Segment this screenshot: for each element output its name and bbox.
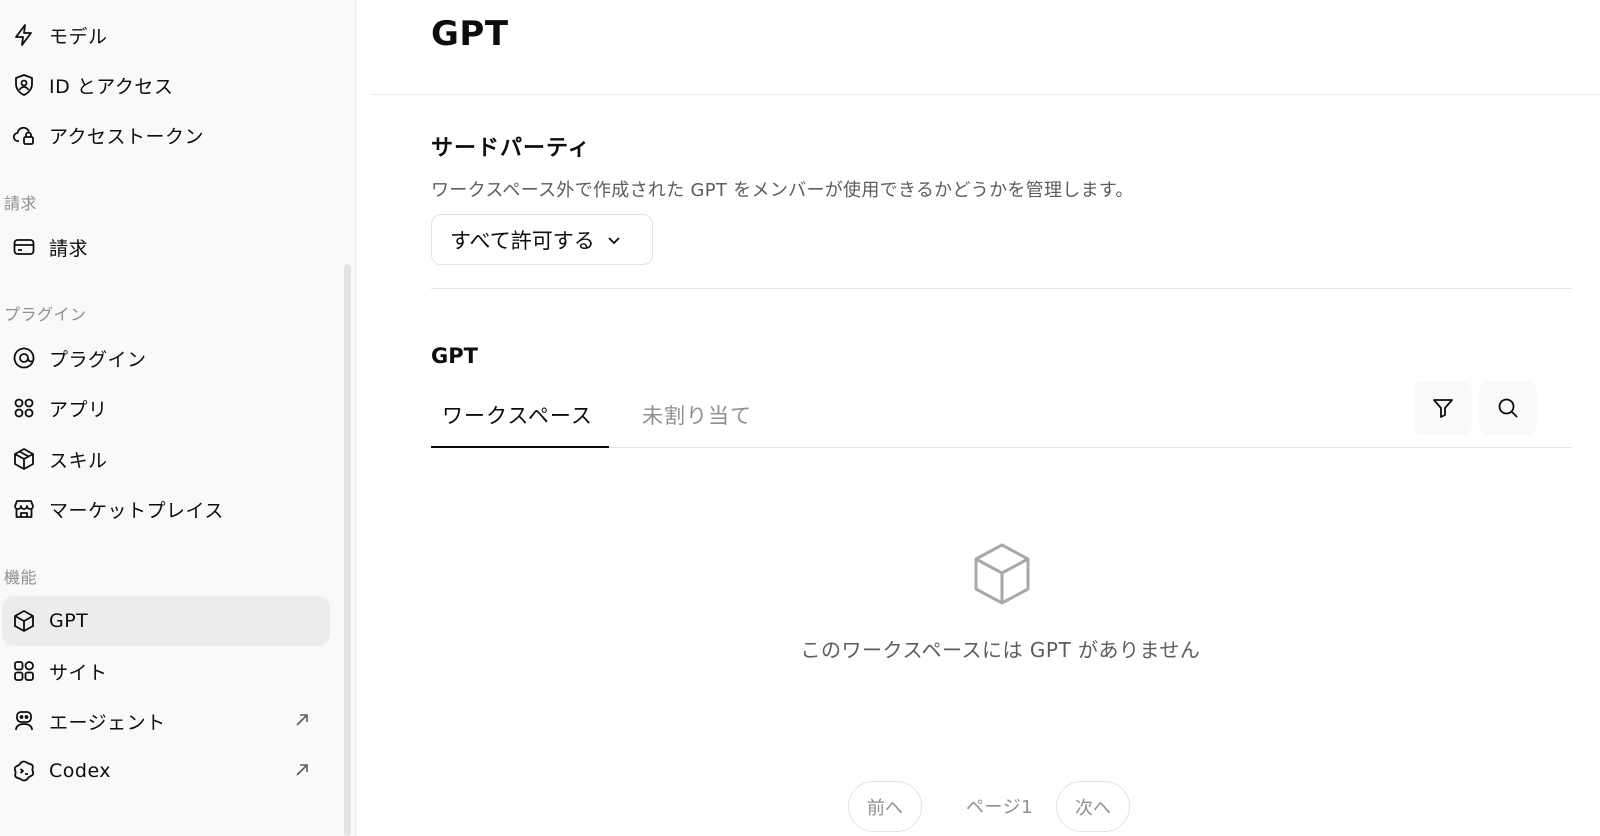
page-indicator: ページ1 [966, 797, 1034, 818]
tab-unassigned[interactable]: 未割り当て [642, 400, 752, 430]
filter-icon [1433, 399, 1453, 418]
sidebar-item-agents[interactable]: エージェント [2, 696, 330, 746]
prev-page-button[interactable]: 前へ [848, 781, 922, 832]
external-link-icon [292, 710, 312, 730]
sidebar-item-label: モデル [49, 25, 108, 48]
empty-cube-icon [974, 543, 1030, 605]
sidebar-item-billing[interactable]: 請求 [2, 222, 330, 272]
dropdown-value: すべて許可する [450, 228, 595, 253]
tab-workspace[interactable]: ワークスペース [442, 400, 593, 430]
apps-icon [12, 396, 36, 420]
sidebar-item-label: ID とアクセス [49, 75, 174, 98]
sidebar-item-label: エージェント [49, 711, 166, 734]
empty-state-message: このワークスペースには GPT がありません [800, 638, 1201, 662]
sidebar-item-label: マーケットプレイス [49, 499, 224, 522]
active-tab-indicator [431, 446, 609, 448]
main-content: GPT サードパーティ ワークスペース外で作成された GPT をメンバーが使用で… [356, 0, 1600, 836]
sidebar-item-sites[interactable]: サイト [2, 646, 330, 696]
section-label-plugins: プラグイン [4, 305, 87, 324]
credit-card-icon [12, 235, 36, 259]
shield-user-icon [12, 73, 36, 97]
cloud-lock-icon [12, 123, 36, 147]
sidebar-item-access-tokens[interactable]: アクセストークン [2, 110, 330, 160]
robot-icon [12, 709, 36, 733]
third-party-description: ワークスペース外で作成された GPT をメンバーが使用できるかどうかを管理します… [431, 180, 1134, 201]
section-label-billing: 請求 [4, 194, 38, 213]
divider [431, 288, 1572, 289]
third-party-permission-dropdown[interactable]: すべて許可する [431, 214, 653, 265]
sidebar-item-identity-access[interactable]: ID とアクセス [2, 60, 330, 110]
external-link-icon [292, 760, 312, 780]
gpt-section-title: GPT [431, 344, 478, 368]
store-icon [12, 497, 36, 521]
codex-icon [12, 759, 36, 783]
sidebar-item-marketplace[interactable]: マーケットプレイス [2, 484, 330, 534]
sites-grid-icon [12, 659, 36, 683]
sidebar-item-label: Codex [49, 760, 112, 782]
sidebar-item-codex[interactable]: Codex [2, 746, 330, 796]
sidebar: モデル ID とアクセス アクセストークン 請求 請求 プラグイン プラグイン … [0, 0, 356, 836]
sidebar-item-plugins[interactable]: プラグイン [2, 333, 330, 383]
search-icon [1498, 398, 1518, 418]
sidebar-item-gpt[interactable]: GPT [2, 596, 330, 646]
sidebar-item-label: 請求 [49, 237, 89, 260]
page-title: GPT [431, 14, 509, 54]
third-party-title: サードパーティ [431, 136, 591, 161]
sidebar-scrollbar[interactable] [344, 264, 351, 836]
sidebar-item-label: アプリ [49, 398, 108, 421]
sidebar-item-skills[interactable]: スキル [2, 434, 330, 484]
plugin-icon [12, 346, 36, 370]
sidebar-item-label: アクセストークン [49, 125, 205, 148]
chevron-down-icon [608, 236, 620, 244]
cube-icon [12, 609, 36, 633]
sidebar-item-label: GPT [49, 610, 89, 632]
sidebar-item-label: サイト [49, 661, 108, 684]
section-label-features: 機能 [4, 568, 38, 587]
sidebar-item-apps[interactable]: アプリ [2, 383, 330, 433]
search-button[interactable] [1479, 381, 1537, 435]
next-page-button[interactable]: 次へ [1056, 781, 1130, 832]
skill-cube-icon [12, 447, 36, 471]
lightning-icon [12, 23, 36, 47]
filter-button[interactable] [1414, 381, 1472, 435]
sidebar-item-label: スキル [49, 449, 108, 472]
sidebar-item-models[interactable]: モデル [2, 10, 330, 60]
divider [371, 94, 1600, 95]
sidebar-item-label: プラグイン [49, 348, 147, 371]
